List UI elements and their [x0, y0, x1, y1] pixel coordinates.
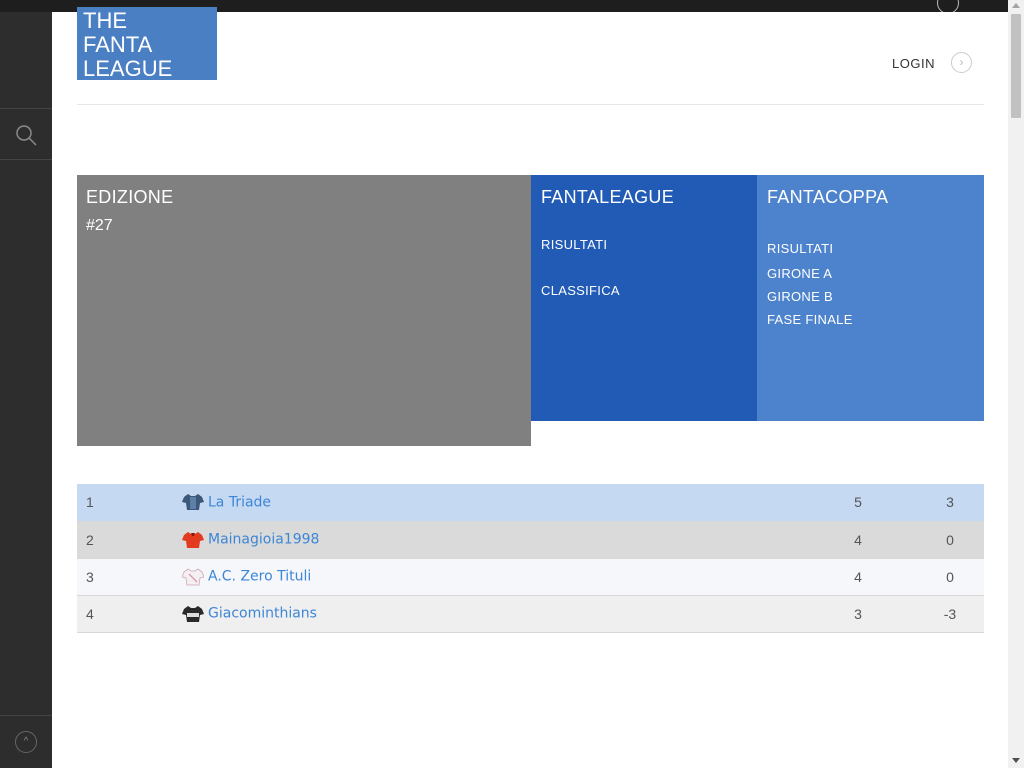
- standings-table: 1 La Triade 5 3 2 Mainagioia1998 4 0 3 A…: [77, 484, 984, 633]
- position-cell: 3: [86, 568, 94, 585]
- diff-cell: 0: [946, 531, 954, 548]
- logo-line: THE: [83, 8, 127, 33]
- sidebar-divider: [0, 108, 52, 109]
- site-logo[interactable]: THE FANTA LEAGUE: [77, 7, 217, 81]
- fantacoppa-tile: FANTACOPPA RISULTATI GIRONE A GIRONE B F…: [757, 175, 984, 421]
- team-link[interactable]: Mainagioia1998: [208, 532, 319, 548]
- logo-line: LEAGUE: [83, 56, 173, 81]
- team-cell: La Triade: [172, 484, 782, 521]
- fantacoppa-group-b-link[interactable]: GIRONE B: [767, 289, 833, 304]
- edition-title: EDIZIONE: [86, 187, 174, 207]
- edition-tile: EDIZIONE #27: [77, 175, 531, 446]
- team-link[interactable]: A.C. Zero Tituli: [208, 569, 311, 585]
- table-row: 4 Giacominthians 3 -3: [77, 595, 984, 632]
- team-shirt-icon: [182, 531, 204, 548]
- fantacoppa-title: FANTACOPPA: [767, 187, 889, 207]
- team-link[interactable]: Giacominthians: [208, 606, 317, 622]
- logo-line: FANTA: [83, 32, 153, 57]
- team-link[interactable]: La Triade: [208, 494, 271, 510]
- diff-cell: -3: [943, 605, 957, 622]
- position-cell: 1: [86, 494, 94, 511]
- fantacoppa-group-a-link[interactable]: GIRONE A: [767, 266, 832, 281]
- close-icon[interactable]: [937, 0, 959, 12]
- scrollbar[interactable]: [1008, 0, 1024, 768]
- points-cell: 3: [854, 605, 862, 622]
- header-divider: [77, 104, 984, 105]
- login-link[interactable]: LOGIN: [892, 56, 935, 71]
- fantaleague-results-link[interactable]: RISULTATI: [541, 237, 607, 252]
- team-shirt-icon: [182, 494, 204, 511]
- fantaleague-standings-link[interactable]: CLASSIFICA: [541, 283, 620, 298]
- scrollbar-thumb[interactable]: [1011, 14, 1021, 118]
- team-shirt-icon: [182, 568, 204, 586]
- scroll-up-icon[interactable]: [1012, 3, 1020, 8]
- team-cell: Mainagioia1998: [172, 521, 782, 558]
- table-row: 2 Mainagioia1998 4 0: [77, 521, 984, 558]
- team-cell: Giacominthians: [172, 595, 782, 632]
- sidebar-divider: [0, 715, 52, 716]
- diff-cell: 3: [946, 494, 954, 511]
- chevron-up-icon[interactable]: ^: [15, 731, 37, 753]
- scroll-down-icon[interactable]: [1012, 758, 1020, 763]
- search-icon[interactable]: [14, 123, 38, 147]
- points-cell: 5: [854, 494, 862, 511]
- sidebar-divider: [0, 159, 52, 160]
- position-cell: 4: [86, 605, 94, 622]
- chevron-right-icon[interactable]: ›: [951, 52, 972, 73]
- table-row: 1 La Triade 5 3: [77, 484, 984, 521]
- points-cell: 4: [854, 568, 862, 585]
- position-cell: 2: [86, 531, 94, 548]
- fantaleague-tile: FANTALEAGUE RISULTATI CLASSIFICA: [531, 175, 757, 421]
- diff-cell: 0: [946, 568, 954, 585]
- fantacoppa-results-link[interactable]: RISULTATI: [767, 241, 833, 256]
- fantacoppa-final-phase-link[interactable]: FASE FINALE: [767, 312, 853, 327]
- team-cell: A.C. Zero Tituli: [172, 558, 782, 595]
- points-cell: 4: [854, 531, 862, 548]
- edition-number: #27: [86, 217, 113, 234]
- team-shirt-icon: [182, 605, 204, 622]
- fantaleague-title: FANTALEAGUE: [541, 187, 675, 207]
- table-row: 3 A.C. Zero Tituli 4 0: [77, 558, 984, 595]
- sidebar: ^: [0, 12, 52, 768]
